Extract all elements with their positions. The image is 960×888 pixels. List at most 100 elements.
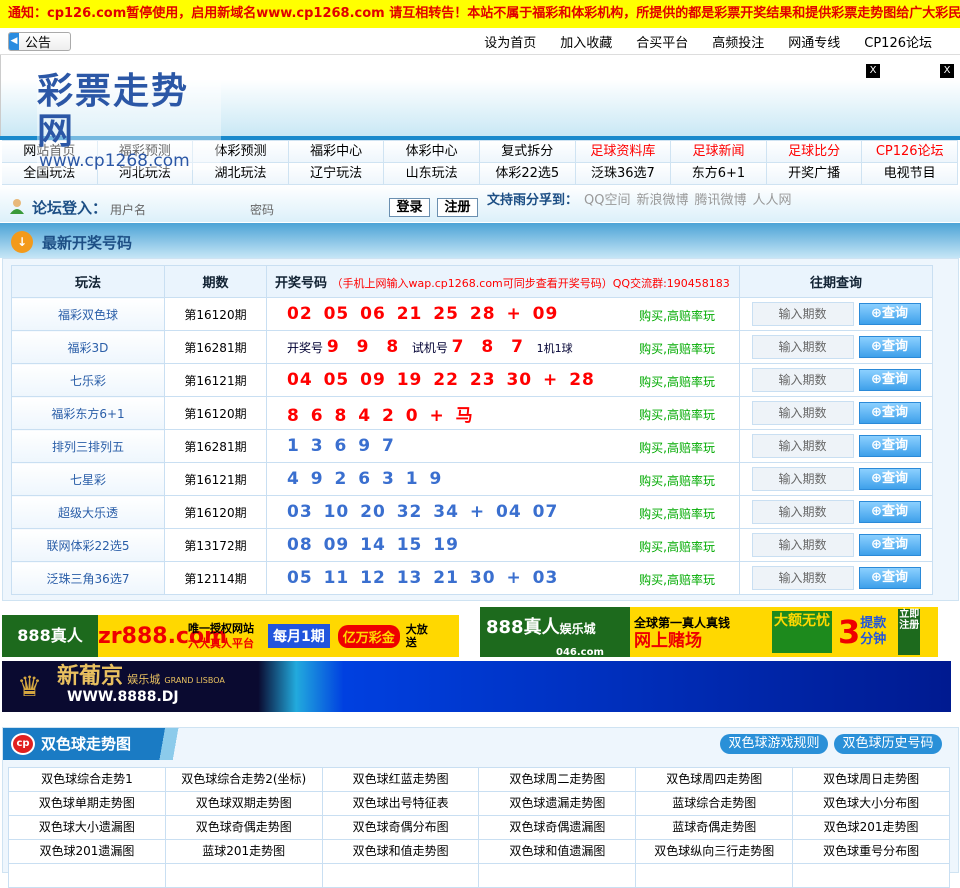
game-rules-button[interactable]: 双色球游戏规则: [720, 734, 828, 754]
game-name-link[interactable]: 福彩东方6+1: [11, 396, 165, 430]
nav-item[interactable]: 泛珠36选7: [575, 163, 672, 185]
trend-chart-link[interactable]: 双色球综合走势2(坐标): [165, 768, 323, 792]
query-button[interactable]: ⊕查询: [858, 468, 921, 490]
query-button[interactable]: ⊕查询: [858, 303, 921, 325]
trend-chart-link[interactable]: 双色球奇偶走势图: [165, 816, 323, 840]
issue-input[interactable]: 输入期数: [751, 500, 854, 524]
trend-chart-link[interactable]: 双色球和值走势图: [322, 840, 480, 864]
nav-item[interactable]: 足球新闻: [671, 141, 767, 163]
issue-input[interactable]: 输入期数: [751, 368, 854, 392]
trend-chart-link[interactable]: [793, 864, 950, 888]
high-freq-link[interactable]: 高频投注: [712, 32, 764, 51]
buy-link[interactable]: 购买,高赔率玩: [639, 538, 715, 555]
nav-item[interactable]: 东方6+1: [671, 163, 767, 185]
trend-chart-link[interactable]: 蓝球201走势图: [165, 840, 323, 864]
netcom-link[interactable]: 网通专线: [788, 32, 840, 51]
nav-item[interactable]: 电视节目: [862, 163, 958, 185]
username-input[interactable]: 用户名: [110, 201, 146, 218]
site-logo[interactable]: 彩票走势网 www.cp1268.com: [37, 72, 221, 170]
nav-item[interactable]: 福彩中心: [288, 141, 385, 163]
trend-chart-link[interactable]: [636, 864, 794, 888]
trend-chart-link[interactable]: 双色球奇偶遗漏图: [479, 816, 637, 840]
nav-item[interactable]: 体彩中心: [384, 141, 480, 163]
share-tencent[interactable]: 腾讯微博: [695, 193, 747, 208]
announcement-button[interactable]: ◀ 公告: [8, 31, 71, 51]
nav-item[interactable]: 开奖广播: [766, 163, 863, 185]
nav-item[interactable]: CP126论坛: [862, 141, 958, 163]
issue-input[interactable]: 输入期数: [751, 401, 854, 425]
issue-input[interactable]: 输入期数: [751, 434, 854, 458]
query-button[interactable]: ⊕查询: [858, 567, 921, 589]
nav-item[interactable]: 辽宁玩法: [288, 163, 385, 185]
trend-chart-link[interactable]: 双色球纵向三行走势图: [636, 840, 794, 864]
ad-banner-grand-lisboa[interactable]: ♛ 新葡京 娱乐城 GRAND LISBOA WWW.8888.DJ: [2, 661, 951, 712]
buy-link[interactable]: 购买,高赔率玩: [639, 406, 715, 423]
nav-item[interactable]: 体彩22选5: [479, 163, 576, 185]
trend-chart-link[interactable]: 双色球双期走势图: [165, 792, 323, 816]
group-buy-link[interactable]: 合买平台: [636, 32, 688, 51]
ad-banner-046[interactable]: 888真人娱乐城 046.com 全球第一真人真钱 网上赌场 大额无忧 3 提款分钟…: [480, 607, 938, 657]
trend-chart-link[interactable]: 双色球和值遗漏图: [479, 840, 637, 864]
trend-chart-link[interactable]: 双色球遗漏走势图: [479, 792, 637, 816]
query-button[interactable]: ⊕查询: [858, 534, 921, 556]
buy-link[interactable]: 购买,高赔率玩: [639, 439, 715, 456]
game-name-link[interactable]: 福彩双色球: [11, 297, 165, 331]
password-input[interactable]: 密码: [250, 201, 274, 218]
buy-link[interactable]: 购买,高赔率玩: [639, 340, 715, 357]
forum-link[interactable]: CP126论坛: [864, 32, 932, 51]
game-name-link[interactable]: 超级大乐透: [11, 495, 165, 529]
trend-chart-link[interactable]: [322, 864, 480, 888]
issue-input[interactable]: 输入期数: [751, 335, 854, 359]
add-favorite-link[interactable]: 加入收藏: [560, 32, 612, 51]
trend-chart-link[interactable]: 双色球大小遗漏图: [9, 816, 166, 840]
share-sina[interactable]: 新浪微博: [636, 193, 688, 208]
nav-item[interactable]: 复式拆分: [479, 141, 576, 163]
game-name-link[interactable]: 福彩3D: [11, 330, 165, 364]
trend-chart-link[interactable]: [165, 864, 323, 888]
issue-input[interactable]: 输入期数: [751, 467, 854, 491]
trend-chart-link[interactable]: 双色球出号特征表: [322, 792, 480, 816]
close-icon[interactable]: X: [939, 63, 955, 79]
trend-chart-link[interactable]: 双色球201遗漏图: [9, 840, 166, 864]
issue-input[interactable]: 输入期数: [751, 302, 854, 326]
issue-input[interactable]: 输入期数: [751, 533, 854, 557]
game-name-link[interactable]: 排列三排列五: [11, 429, 165, 463]
buy-link[interactable]: 购买,高赔率玩: [639, 307, 715, 324]
trend-chart-link[interactable]: 双色球周日走势图: [793, 768, 950, 792]
query-button[interactable]: ⊕查询: [858, 435, 921, 457]
issue-input[interactable]: 输入期数: [751, 566, 854, 590]
trend-chart-link[interactable]: 蓝球奇偶走势图: [636, 816, 794, 840]
trend-chart-link[interactable]: 双色球重号分布图: [793, 840, 950, 864]
trend-chart-link[interactable]: [9, 864, 166, 888]
share-renren[interactable]: 人人网: [753, 193, 792, 208]
trend-chart-link[interactable]: 双色球大小分布图: [793, 792, 950, 816]
trend-chart-link[interactable]: 蓝球综合走势图: [636, 792, 794, 816]
buy-link[interactable]: 购买,高赔率玩: [639, 472, 715, 489]
nav-item[interactable]: 足球比分: [766, 141, 863, 163]
trend-chart-link[interactable]: 双色球单期走势图: [9, 792, 166, 816]
game-name-link[interactable]: 泛珠三角36选7: [11, 561, 165, 595]
query-button[interactable]: ⊕查询: [858, 369, 921, 391]
ad-banner-zr888[interactable]: 888真人 zr888.com 唯一授权网站 六大真人平台 每月1期 亿万彩金 大…: [2, 615, 459, 657]
trend-chart-link[interactable]: 双色球红蓝走势图: [322, 768, 480, 792]
register-button[interactable]: 注册: [437, 198, 478, 217]
trend-chart-link[interactable]: 双色球周四走势图: [636, 768, 794, 792]
close-icon[interactable]: X: [865, 63, 881, 79]
trend-chart-link[interactable]: 双色球奇偶分布图: [322, 816, 480, 840]
set-homepage-link[interactable]: 设为首页: [484, 32, 536, 51]
query-button[interactable]: ⊕查询: [858, 402, 921, 424]
query-button[interactable]: ⊕查询: [858, 336, 921, 358]
buy-link[interactable]: 购买,高赔率玩: [639, 505, 715, 522]
game-name-link[interactable]: 七星彩: [11, 462, 165, 496]
trend-chart-link[interactable]: 双色球周二走势图: [479, 768, 637, 792]
share-qzone[interactable]: QQ空间: [584, 193, 630, 208]
game-name-link[interactable]: 联网体彩22选5: [11, 528, 165, 562]
trend-chart-link[interactable]: 双色球201走势图: [793, 816, 950, 840]
trend-chart-link[interactable]: 双色球综合走势1: [9, 768, 166, 792]
nav-item[interactable]: 足球资料库: [575, 141, 672, 163]
buy-link[interactable]: 购买,高赔率玩: [639, 373, 715, 390]
query-button[interactable]: ⊕查询: [858, 501, 921, 523]
history-numbers-button[interactable]: 双色球历史号码: [834, 734, 942, 754]
nav-item[interactable]: 山东玩法: [384, 163, 480, 185]
game-name-link[interactable]: 七乐彩: [11, 363, 165, 397]
